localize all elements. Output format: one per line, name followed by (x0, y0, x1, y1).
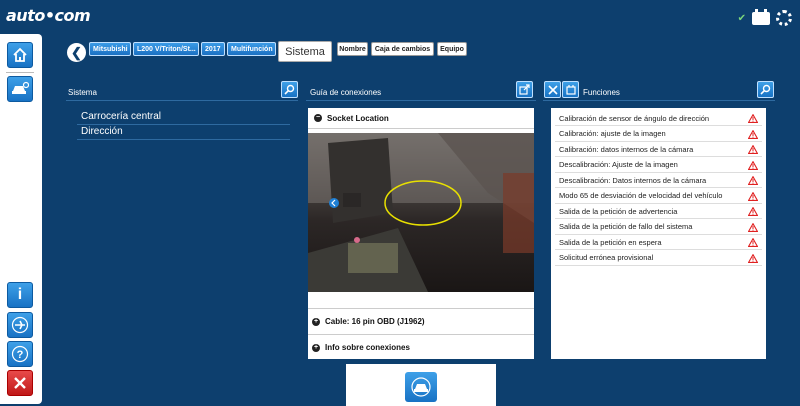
guia-title: Guía de conexiones (310, 88, 382, 97)
app-logo: auto•com (6, 6, 91, 25)
vehicle-communication-button[interactable] (405, 372, 437, 402)
function-label: Salida de la petición de fallo del siste… (559, 222, 693, 231)
wrench-screwdriver-icon (547, 84, 558, 95)
function-label: Calibración: datos internos de la cámara (559, 144, 694, 154)
tab-sistema[interactable]: Sistema (278, 41, 332, 62)
battery-tool-button[interactable] (562, 81, 579, 98)
sistema-search-button[interactable] (281, 81, 298, 98)
warning-icon (748, 207, 758, 216)
minus-icon: − (314, 114, 322, 122)
top-bar: auto•com ✔ (0, 0, 800, 34)
warning-icon (748, 253, 758, 263)
breadcrumb-make[interactable]: Mitsubishi (89, 42, 131, 56)
flight-mode-button[interactable] (7, 312, 33, 338)
function-label: Calibración de sensor de ángulo de direc… (559, 113, 710, 123)
vehicle-settings-button[interactable] (7, 76, 33, 102)
function-label: Solicitud errónea provisional (559, 253, 654, 262)
warning-icon (748, 114, 758, 123)
guia-popout-button[interactable] (516, 81, 533, 98)
connection-info-label: Info sobre conexiones (325, 343, 410, 352)
loading-spinner-icon (776, 10, 792, 26)
close-button[interactable] (7, 370, 33, 396)
function-item[interactable]: Descalibración: Ajuste de la imagen (555, 158, 762, 173)
warning-icon (748, 145, 758, 154)
function-label: Descalibración: Datos internos de la cám… (559, 175, 707, 185)
plus-icon: + (312, 317, 320, 326)
socket-location-photo (308, 133, 534, 292)
breadcrumb-model[interactable]: L200 V/Triton/St... (133, 42, 199, 56)
status-area: ✔ (737, 8, 792, 26)
socket-location-label: Socket Location (327, 113, 389, 123)
home-icon (13, 47, 27, 62)
function-label: Descalibración: Ajuste de la imagen (559, 160, 678, 169)
sistema-item[interactable]: Carrocería central (81, 111, 161, 122)
back-button[interactable]: ❮ (67, 43, 86, 62)
search-icon (760, 84, 771, 95)
tab-equipo[interactable]: Equipo (437, 42, 467, 56)
obd-port-image (308, 133, 534, 292)
close-icon (14, 377, 26, 389)
bottom-action-bar (346, 364, 496, 406)
warning-icon (748, 238, 758, 247)
funciones-search-button[interactable] (757, 81, 774, 98)
warning-icon (748, 191, 758, 201)
tools-button[interactable] (544, 81, 561, 98)
sistema-item[interactable]: Dirección (81, 126, 123, 137)
car-gear-icon (12, 81, 29, 94)
function-item[interactable]: Calibración: ajuste de la imagen (555, 127, 762, 142)
help-button[interactable]: ? (7, 341, 33, 367)
function-label: Calibración: ajuste de la imagen (559, 129, 666, 138)
connection-info-row[interactable]: + Info sobre conexiones (308, 334, 534, 360)
function-item[interactable]: Salida de la petición en espera (555, 235, 762, 250)
function-item[interactable]: Solicitud errónea provisional (555, 251, 762, 266)
sidebar: i ? (0, 34, 42, 404)
function-item[interactable]: Salida de la petición de fallo del siste… (555, 220, 762, 235)
sistema-title: Sistema (68, 88, 97, 97)
warning-icon (748, 129, 758, 139)
funciones-title: Funciones (583, 88, 620, 97)
function-label: Salida de la petición de advertencia (559, 206, 678, 216)
svg-text:?: ? (17, 349, 24, 361)
socket-location-header[interactable]: − Socket Location (308, 108, 534, 129)
home-button[interactable] (7, 42, 33, 68)
connection-guide-panel: − Socket Location + Cable: 16 pin OBD (J… (308, 108, 534, 359)
battery-icon (752, 8, 770, 25)
function-label: Salida de la petición en espera (559, 237, 662, 247)
breadcrumb-type[interactable]: Multifunción (227, 42, 276, 56)
functions-list: Calibración de sensor de ángulo de direc… (551, 108, 766, 359)
function-item[interactable]: Calibración: datos internos de la cámara (555, 142, 762, 157)
chevron-left-icon: ❮ (71, 44, 82, 60)
warning-icon (748, 176, 758, 185)
cable-label: Cable: 16 pin OBD (J1962) (325, 317, 425, 326)
external-link-icon (519, 84, 530, 95)
help-icon: ? (11, 345, 29, 363)
plus-icon: + (312, 343, 320, 352)
check-icon: ✔ (737, 12, 746, 24)
info-button[interactable]: i (7, 282, 33, 308)
info-icon: i (17, 286, 23, 303)
breadcrumb-year[interactable]: 2017 (201, 42, 225, 56)
warning-icon (748, 222, 758, 232)
search-icon (284, 84, 295, 95)
function-item[interactable]: Modo 65 de desviación de velocidad del v… (555, 189, 762, 204)
function-item[interactable]: Salida de la petición de advertencia (555, 204, 762, 219)
warning-icon (748, 160, 758, 170)
function-item[interactable]: Descalibración: Datos internos de la cám… (555, 173, 762, 188)
function-item[interactable]: Calibración de sensor de ángulo de direc… (555, 111, 762, 126)
car-icon (411, 377, 431, 397)
tab-nombre[interactable]: Nombre (337, 42, 368, 56)
tab-caja-de-cambios[interactable]: Caja de cambios (371, 42, 434, 56)
battery-tool-icon (565, 84, 576, 95)
function-label: Modo 65 de desviación de velocidad del v… (559, 191, 723, 200)
airplane-icon (11, 316, 29, 334)
cable-row[interactable]: + Cable: 16 pin OBD (J1962) (308, 308, 534, 334)
